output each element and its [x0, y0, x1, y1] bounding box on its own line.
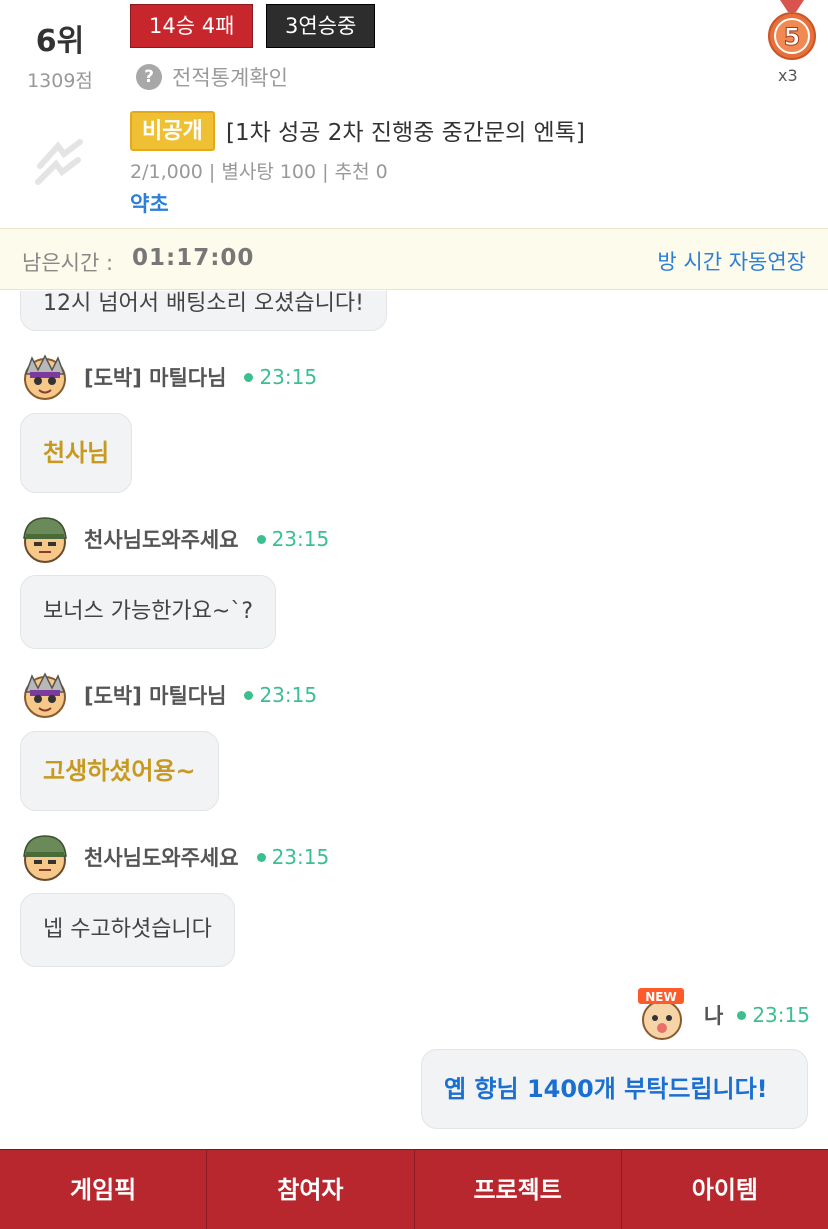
medal-icon: 5 — [768, 0, 816, 60]
my-message-header: NEW 나 23:15 — [636, 988, 810, 1042]
nav-game-pick[interactable]: 게임픽 — [0, 1149, 208, 1229]
avatar-icon — [23, 835, 67, 881]
room-owner[interactable]: 약초 — [130, 188, 169, 218]
record-badge: 14승 4패 — [130, 4, 254, 48]
online-dot — [737, 1010, 747, 1020]
online-dot — [244, 690, 254, 700]
my-avatar-icon: NEW — [638, 988, 684, 1040]
avatar-icon — [23, 517, 67, 563]
streak-badge: 3연승중 — [266, 4, 376, 48]
timestamp: 23:15 — [259, 683, 318, 707]
nav-participants[interactable]: 참여자 — [207, 1149, 415, 1229]
stats-link-label: 전적통계확인 — [172, 66, 288, 90]
sender-name[interactable]: [도박] 마틸다님 — [84, 362, 226, 392]
timestamp: 23:15 — [271, 845, 330, 869]
sender-name[interactable]: 천사님도와주세요 — [84, 524, 239, 554]
rank: 6위 — [35, 24, 85, 59]
my-sender-name: 나 — [704, 1004, 724, 1028]
chat-bubble: 보너스 가능한가요~`? — [20, 575, 277, 649]
message-header: [도박] 마틸다님 23:15 — [20, 352, 317, 402]
new-badge-text: NEW — [645, 990, 676, 1004]
online-dot — [256, 534, 266, 544]
time-label: 남은시간 : — [22, 251, 114, 275]
sender-name[interactable]: 천사님도와주세요 — [84, 842, 239, 872]
time-bar: 남은시간 : 01:17:00 방 시간 자동연장 — [0, 228, 828, 290]
time-value: 01:17:00 — [132, 245, 255, 271]
score: 1309점 — [27, 70, 93, 92]
avatar-icon — [24, 354, 66, 400]
room-meta: 2/1,000 | 별사탕 100 | 추천 0 — [130, 161, 388, 183]
message-header: 천사님도와주세요 23:15 — [20, 832, 329, 882]
timestamp: 23:15 — [752, 1003, 810, 1027]
rank-box: 6위 1309점 — [18, 16, 102, 93]
timestamp: 23:15 — [259, 365, 318, 389]
sender-name[interactable]: [도박] 마틸다님 — [84, 680, 226, 710]
chat-area[interactable]: 12시 넘어서 배팅소리 오셨습니다! [도박] 마틸다님 23:15 천사님 … — [0, 291, 828, 1149]
private-tag: 비공개 — [130, 111, 215, 151]
medal-number: 5 — [784, 23, 801, 51]
message-header: [도박] 마틸다님 23:15 — [20, 670, 317, 720]
chat-bubble: 고생하셨어용~ — [20, 731, 219, 811]
nav-items[interactable]: 아이템 — [621, 1149, 828, 1229]
online-dot — [244, 372, 254, 382]
chat-bubble: 천사님 — [20, 413, 133, 493]
online-dot — [256, 852, 266, 862]
chat-bubble-partial: 12시 넘어서 배팅소리 오셨습니다! — [20, 291, 387, 331]
timestamp: 23:15 — [271, 527, 330, 551]
bottom-nav: 게임픽 참여자 프로젝트 아이템 — [0, 1149, 828, 1229]
stats-link[interactable]: ? 전적통계확인 — [136, 62, 288, 92]
medal-count: x3 — [778, 66, 798, 85]
auto-extend-link[interactable]: 방 시간 자동연장 — [657, 246, 806, 276]
nav-project[interactable]: 프로젝트 — [414, 1149, 622, 1229]
chat-bubble: 넵 수고하셧습니다 — [20, 893, 235, 967]
help-icon: ? — [136, 64, 162, 90]
avatar-icon — [24, 672, 66, 718]
room-title: [1차 성공 2차 진행중 중간문의 엔톡] — [226, 120, 585, 146]
message-header: 천사님도와주세요 23:15 — [20, 514, 329, 564]
room-logo-icon — [35, 139, 83, 185]
my-chat-bubble: 옙 향님 1400개 부탁드립니다! — [421, 1049, 808, 1129]
room-header: 6위 1309점 14승 4패 3연승중 ? 전적통계확인 5 x3 비공개 [… — [0, 0, 828, 228]
